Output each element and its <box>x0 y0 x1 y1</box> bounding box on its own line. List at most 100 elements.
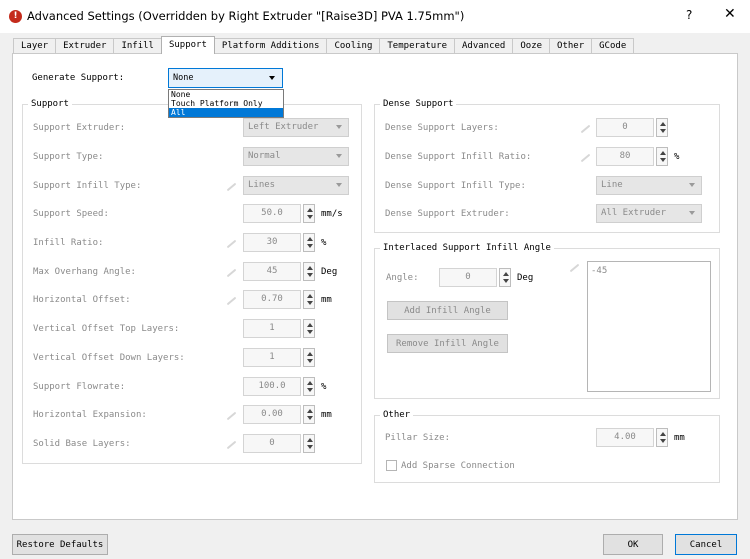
arrow-up-icon <box>307 438 313 442</box>
vertical-offset-top-layers-input[interactable]: 1 <box>243 319 301 338</box>
add-sparse-connection-label: Add Sparse Connection <box>401 461 515 471</box>
infill-ratio-stepper[interactable] <box>303 233 315 252</box>
other-group <box>374 415 720 483</box>
generate-support-dropdown: None Touch Platform Only All <box>168 89 284 118</box>
support-extruder-value: Left Extruder <box>248 122 319 132</box>
interlaced-support-group-title: Interlaced Support Infill Angle <box>380 243 554 253</box>
solid-base-layers-label: Solid Base Layers: <box>33 439 131 449</box>
restore-defaults-button[interactable]: Restore Defaults <box>12 534 108 555</box>
add-infill-angle-button[interactable]: Add Infill Angle <box>387 301 508 320</box>
support-extruder-select[interactable]: Left Extruder <box>243 118 349 137</box>
dense-support-infill-ratio-input[interactable]: 80 <box>596 147 654 166</box>
chevron-down-icon <box>689 183 695 187</box>
dense-support-infill-type-select[interactable]: Line <box>596 176 702 195</box>
support-group-title: Support <box>28 99 72 109</box>
arrow-up-icon <box>307 208 313 212</box>
solid-base-layers-stepper[interactable] <box>303 434 315 453</box>
horizontal-offset-stepper[interactable] <box>303 290 315 309</box>
tab-temperature[interactable]: Temperature <box>379 38 455 54</box>
dense-support-group-title: Dense Support <box>380 99 457 109</box>
tab-ooze[interactable]: Ooze <box>512 38 551 54</box>
dense-support-infill-type-value: Line <box>601 180 623 190</box>
vertical-offset-down-layers-stepper[interactable] <box>303 348 315 367</box>
max-overhang-angle-stepper[interactable] <box>303 262 315 281</box>
tab-other[interactable]: Other <box>549 38 593 54</box>
tab-infill[interactable]: Infill <box>113 38 162 54</box>
dense-support-infill-ratio-stepper[interactable] <box>656 147 668 166</box>
support-type-select[interactable]: Normal <box>243 147 349 166</box>
arrow-up-icon <box>307 237 313 241</box>
arrow-down-icon <box>307 215 313 219</box>
max-overhang-angle-unit: Deg <box>321 267 338 277</box>
chevron-down-icon <box>689 211 695 215</box>
angle-input[interactable]: 0 <box>439 268 497 287</box>
dense-support-layers-label: Dense Support Layers: <box>385 123 499 133</box>
generate-support-label: Generate Support: <box>32 73 125 83</box>
tab-layer[interactable]: Layer <box>13 38 57 54</box>
support-flowrate-stepper[interactable] <box>303 377 315 396</box>
arrow-down-icon <box>307 445 313 449</box>
tab-platform-additions[interactable]: Platform Additions <box>213 38 328 54</box>
horizontal-expansion-label: Horizontal Expansion: <box>33 410 147 420</box>
arrow-down-icon <box>307 330 313 334</box>
support-flowrate-label: Support Flowrate: <box>33 382 126 392</box>
tab-advanced[interactable]: Advanced <box>454 38 514 54</box>
angle-stepper[interactable] <box>499 268 511 287</box>
infill-ratio-input[interactable]: 30 <box>243 233 301 252</box>
dense-support-layers-stepper[interactable] <box>656 118 668 137</box>
dense-support-extruder-label: Dense Support Extruder: <box>385 209 510 219</box>
solid-base-layers-input[interactable]: 0 <box>243 434 301 453</box>
horizontal-expansion-stepper[interactable] <box>303 405 315 424</box>
infill-ratio-label: Infill Ratio: <box>33 238 104 248</box>
generate-support-select[interactable]: None <box>168 68 283 88</box>
horizontal-offset-input[interactable]: 0.70 <box>243 290 301 309</box>
support-type-label: Support Type: <box>33 152 104 162</box>
arrow-up-icon <box>307 266 313 270</box>
tab-support[interactable]: Support <box>160 36 215 54</box>
support-infill-type-select[interactable]: Lines <box>243 176 349 195</box>
cancel-button[interactable]: Cancel <box>675 534 737 555</box>
vertical-offset-top-layers-stepper[interactable] <box>303 319 315 338</box>
dropdown-option-all[interactable]: All <box>169 108 283 117</box>
close-icon[interactable]: ✕ <box>724 6 736 22</box>
angle-label: Angle: <box>386 273 419 283</box>
arrow-up-icon <box>307 323 313 327</box>
arrow-up-icon <box>660 122 666 126</box>
support-infill-type-label: Support Infill Type: <box>33 181 142 191</box>
horizontal-expansion-unit: mm <box>321 410 332 420</box>
support-infill-type-value: Lines <box>248 180 276 190</box>
alert-icon: ! <box>9 10 22 23</box>
pillar-size-input[interactable]: 4.00 <box>596 428 654 447</box>
angle-unit: Deg <box>517 273 534 283</box>
dropdown-option-none[interactable]: None <box>169 90 283 99</box>
tab-bar: Layer Extruder Infill Support Platform A… <box>13 36 635 54</box>
vertical-offset-down-layers-label: Vertical Offset Down Layers: <box>33 353 185 363</box>
vertical-offset-down-layers-input[interactable]: 1 <box>243 348 301 367</box>
support-speed-input[interactable]: 50.0 <box>243 204 301 223</box>
infill-angle-list[interactable]: -45 <box>587 261 711 392</box>
arrow-down-icon <box>307 301 313 305</box>
horizontal-expansion-input[interactable]: 0.00 <box>243 405 301 424</box>
tab-extruder[interactable]: Extruder <box>55 38 115 54</box>
support-flowrate-input[interactable]: 100.0 <box>243 377 301 396</box>
support-speed-stepper[interactable] <box>303 204 315 223</box>
dropdown-option-touch-platform-only[interactable]: Touch Platform Only <box>169 99 283 108</box>
arrow-up-icon <box>307 352 313 356</box>
max-overhang-angle-input[interactable]: 45 <box>243 262 301 281</box>
dense-support-layers-input[interactable]: 0 <box>596 118 654 137</box>
pillar-size-stepper[interactable] <box>656 428 668 447</box>
remove-infill-angle-button[interactable]: Remove Infill Angle <box>387 334 508 353</box>
infill-ratio-unit: % <box>321 238 327 248</box>
chevron-down-icon <box>336 125 342 129</box>
ok-button[interactable]: OK <box>603 534 663 555</box>
dense-support-extruder-select[interactable]: All Extruder <box>596 204 702 223</box>
add-sparse-connection-checkbox[interactable] <box>386 460 397 471</box>
tab-cooling[interactable]: Cooling <box>326 38 381 54</box>
help-button[interactable]: ? <box>686 8 692 22</box>
dense-support-extruder-value: All Extruder <box>601 208 667 218</box>
support-flowrate-unit: % <box>321 382 327 392</box>
pillar-size-label: Pillar Size: <box>385 433 451 443</box>
generate-support-value: None <box>173 73 194 83</box>
max-overhang-angle-label: Max Overhang Angle: <box>33 267 136 277</box>
tab-gcode[interactable]: GCode <box>591 38 635 54</box>
